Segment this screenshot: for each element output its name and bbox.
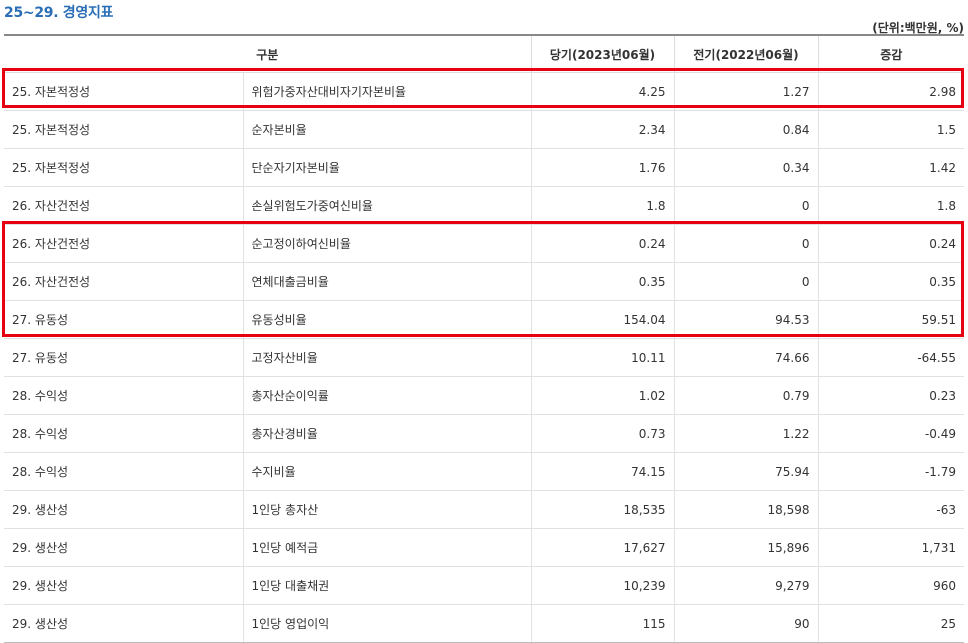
- cell-previous: 94.53: [673, 300, 818, 339]
- cell-current: 0.24: [530, 224, 674, 263]
- header-current: 당기(2023년06월): [530, 35, 674, 73]
- cell-item: 1인당 예적금: [242, 528, 531, 567]
- cell-change: 1.42: [817, 148, 964, 187]
- cell-change: -0.49: [817, 414, 964, 453]
- cell-change: 1.8: [817, 186, 964, 225]
- cell-item: 1인당 총자산: [242, 490, 531, 529]
- table-row: 26. 자산건전성 순고정이하여신비율 0.24 0 0.24: [4, 224, 964, 263]
- table-row: 29. 생산성 1인당 예적금 17,627 15,896 1,731: [4, 528, 964, 567]
- cell-previous: 1.27: [673, 72, 818, 111]
- cell-item: 위험가중자산대비자기자본비율: [242, 72, 531, 111]
- table-row: 26. 자산건전성 연체대출금비율 0.35 0 0.35: [4, 262, 964, 301]
- section-title: 25~29. 경영지표: [4, 5, 114, 21]
- header-change: 증감: [817, 35, 964, 73]
- table-row: 25. 자본적정성 위험가중자산대비자기자본비율 4.25 1.27 2.98: [4, 72, 964, 111]
- table-row: 28. 수익성 수지비율 74.15 75.94 -1.79: [4, 452, 964, 491]
- cell-change: 960: [817, 566, 964, 605]
- cell-change: 2.98: [817, 72, 964, 111]
- table-row: 26. 자산건전성 손실위험도가중여신비율 1.8 0 1.8: [4, 186, 964, 225]
- cell-previous: 15,896: [673, 528, 818, 567]
- cell-item: 총자산순이익률: [242, 376, 531, 415]
- cell-change: -64.55: [817, 338, 964, 377]
- table-row: 28. 수익성 총자산경비율 0.73 1.22 -0.49: [4, 414, 964, 453]
- cell-previous: 74.66: [673, 338, 818, 377]
- cell-current: 4.25: [530, 72, 674, 111]
- cell-item: 고정자산비율: [242, 338, 531, 377]
- cell-change: 59.51: [817, 300, 964, 339]
- cell-category: 28. 수익성: [4, 414, 243, 453]
- table-row: 27. 유동성 유동성비율 154.04 94.53 59.51: [4, 300, 964, 339]
- cell-category: 29. 생산성: [4, 566, 243, 605]
- cell-current: 2.34: [530, 110, 674, 149]
- cell-current: 74.15: [530, 452, 674, 491]
- cell-category: 29. 생산성: [4, 528, 243, 567]
- table-row: 25. 자본적정성 순자본비율 2.34 0.84 1.5: [4, 110, 964, 149]
- cell-current: 1.76: [530, 148, 674, 187]
- cell-item: 순고정이하여신비율: [242, 224, 531, 263]
- cell-item: 연체대출금비율: [242, 262, 531, 301]
- indicator-table: 구분 당기(2023년06월) 전기(2022년06월) 증감 25. 자본적정…: [4, 34, 964, 643]
- table-row: 27. 유동성 고정자산비율 10.11 74.66 -64.55: [4, 338, 964, 377]
- cell-item: 1인당 대출채권: [242, 566, 531, 605]
- table-row: 25. 자본적정성 단순자기자본비율 1.76 0.34 1.42: [4, 148, 964, 187]
- cell-current: 10.11: [530, 338, 674, 377]
- cell-current: 1.8: [530, 186, 674, 225]
- cell-previous: 0: [673, 262, 818, 301]
- cell-item: 단순자기자본비율: [242, 148, 531, 187]
- cell-category: 27. 유동성: [4, 300, 243, 339]
- cell-category: 25. 자본적정성: [4, 110, 243, 149]
- cell-category: 28. 수익성: [4, 452, 243, 491]
- cell-category: 28. 수익성: [4, 376, 243, 415]
- cell-item: 수지비율: [242, 452, 531, 491]
- cell-category: 27. 유동성: [4, 338, 243, 377]
- cell-previous: 1.22: [673, 414, 818, 453]
- header-previous: 전기(2022년06월): [673, 35, 818, 73]
- cell-change: 1,731: [817, 528, 964, 567]
- cell-previous: 0: [673, 224, 818, 263]
- cell-category: 29. 생산성: [4, 490, 243, 529]
- cell-previous: 0.79: [673, 376, 818, 415]
- cell-category: 25. 자본적정성: [4, 148, 243, 187]
- cell-category: 26. 자산건전성: [4, 262, 243, 301]
- cell-current: 10,239: [530, 566, 674, 605]
- cell-item: 손실위험도가중여신비율: [242, 186, 531, 225]
- cell-change: 0.35: [817, 262, 964, 301]
- table-row: 28. 수익성 총자산순이익률 1.02 0.79 0.23: [4, 376, 964, 415]
- cell-change: 0.24: [817, 224, 964, 263]
- cell-category: 25. 자본적정성: [4, 72, 243, 111]
- cell-current: 17,627: [530, 528, 674, 567]
- cell-previous: 0.34: [673, 148, 818, 187]
- cell-category: 26. 자산건전성: [4, 224, 243, 263]
- cell-change: 1.5: [817, 110, 964, 149]
- cell-change: -1.79: [817, 452, 964, 491]
- cell-change: 0.23: [817, 376, 964, 415]
- cell-previous: 0.84: [673, 110, 818, 149]
- cell-current: 0.35: [530, 262, 674, 301]
- cell-previous: 0: [673, 186, 818, 225]
- cell-change: -63: [817, 490, 964, 529]
- header-category: 구분: [4, 35, 531, 73]
- cell-current: 18,535: [530, 490, 674, 529]
- cell-item: 총자산경비율: [242, 414, 531, 453]
- cell-previous: 75.94: [673, 452, 818, 491]
- cell-category: 26. 자산건전성: [4, 186, 243, 225]
- cell-previous: 18,598: [673, 490, 818, 529]
- cell-previous: 9,279: [673, 566, 818, 605]
- table-row: 29. 생산성 1인당 총자산 18,535 18,598 -63: [4, 490, 964, 529]
- cell-item: 유동성비율: [242, 300, 531, 339]
- cell-item: 순자본비율: [242, 110, 531, 149]
- cell-current: 1.02: [530, 376, 674, 415]
- table-header-row: 구분 당기(2023년06월) 전기(2022년06월) 증감: [4, 35, 964, 73]
- cell-current: 154.04: [530, 300, 674, 339]
- table-row: 29. 생산성 1인당 대출채권 10,239 9,279 960: [4, 566, 964, 605]
- cell-current: 0.73: [530, 414, 674, 453]
